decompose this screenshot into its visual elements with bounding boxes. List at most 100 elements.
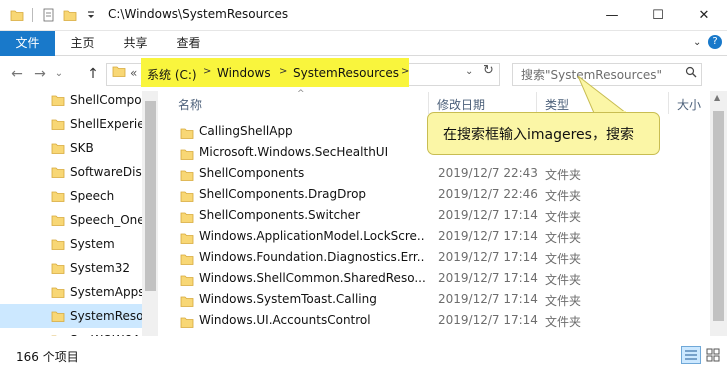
column-header-name[interactable]: 名称: [178, 96, 202, 113]
nav-item[interactable]: SoftwareDist: [0, 160, 142, 184]
folder-icon: [51, 311, 65, 322]
folder-icon: [180, 254, 194, 265]
window-title: C:\Windows\SystemResources: [108, 7, 289, 21]
callout-pointer: [577, 76, 628, 114]
file-name: Windows.ShellCommon.SharedReso...: [199, 271, 425, 285]
column-header-size[interactable]: 大小: [677, 96, 701, 113]
maximize-button[interactable]: ☐: [635, 0, 681, 31]
up-button[interactable]: ↑: [84, 65, 102, 83]
folder-icon: [51, 191, 65, 202]
nav-item[interactable]: System32: [0, 256, 142, 280]
nav-item[interactable]: ShellCompo: [0, 88, 142, 112]
nav-item-label: SKB: [70, 141, 94, 155]
recent-locations-button[interactable]: ⌄: [50, 65, 68, 83]
file-name: Windows.UI.AccountsControl: [199, 313, 371, 327]
file-date: 2019/12/7 22:43: [438, 166, 538, 180]
file-type: 文件夹: [545, 210, 582, 224]
scroll-up-icon[interactable]: ▲: [714, 93, 720, 102]
nav-item[interactable]: Speech_One: [0, 208, 142, 232]
folder-icon: [51, 287, 65, 298]
breadcrumb-systemresources[interactable]: SystemResources: [293, 66, 399, 80]
folder-icon: [51, 239, 65, 250]
nav-item-label: Speech_One: [70, 213, 142, 227]
breadcrumb-windows[interactable]: Windows: [217, 66, 271, 80]
sort-ascending-icon: ^: [297, 89, 305, 99]
column-divider[interactable]: [668, 92, 669, 114]
search-icon[interactable]: [685, 66, 697, 78]
file-type: 文件夹: [545, 315, 582, 329]
folder-icon: [180, 317, 194, 328]
help-icon[interactable]: ?: [708, 35, 722, 49]
customize-toolbar-icon[interactable]: [84, 8, 98, 22]
address-history-dropdown[interactable]: ⌄: [465, 66, 473, 77]
breadcrumb-overflow[interactable]: «: [130, 66, 137, 80]
new-folder-icon[interactable]: [63, 8, 77, 22]
breadcrumb-drive[interactable]: 系统 (C:): [147, 66, 197, 83]
folder-icon: [180, 149, 194, 160]
nav-item[interactable]: System: [0, 232, 142, 256]
large-icons-view-button[interactable]: [703, 346, 723, 364]
content-scrollbar[interactable]: ▲: [710, 91, 727, 336]
large-icons-view-icon: [706, 348, 720, 362]
chevron-right-icon[interactable]: >: [401, 66, 409, 77]
ribbon: 文件 主页 共享 查看 ⌄ ?: [0, 31, 727, 56]
column-divider[interactable]: [536, 92, 537, 114]
tab-home[interactable]: 主页: [60, 31, 105, 56]
nav-item[interactable]: SystemReso: [0, 304, 142, 328]
tab-file[interactable]: 文件: [0, 31, 55, 56]
minimize-button[interactable]: —: [589, 0, 635, 31]
column-header-date[interactable]: 修改日期: [437, 96, 485, 113]
content-scrollbar-thumb[interactable]: [713, 111, 724, 321]
back-button[interactable]: ←: [8, 65, 26, 83]
refresh-button[interactable]: ↻: [483, 63, 498, 78]
file-name: Windows.ApplicationModel.LockScre...: [199, 229, 425, 243]
chevron-right-icon[interactable]: >: [203, 66, 211, 77]
nav-item-label: System: [70, 237, 115, 251]
expand-ribbon-icon[interactable]: ⌄: [693, 37, 701, 48]
file-type: 文件夹: [545, 168, 582, 182]
nav-item[interactable]: ShellExperie: [0, 112, 142, 136]
nav-item[interactable]: Speech: [0, 184, 142, 208]
file-name: ShellComponents.DragDrop: [199, 187, 367, 201]
chevron-right-icon[interactable]: >: [279, 66, 287, 77]
nav-item[interactable]: SystemApps: [0, 280, 142, 304]
folder-icon: [180, 275, 194, 286]
forward-button[interactable]: →: [31, 65, 49, 83]
close-button[interactable]: ✕: [681, 0, 727, 31]
callout-text: 在搜索框输入imageres，搜索: [443, 127, 634, 143]
nav-item-label: System32: [70, 261, 131, 275]
navigation-pane: ShellCompo ShellExperie SKB SoftwareDist Spe…: [0, 88, 159, 347]
folder-icon: [180, 212, 194, 223]
details-view-button[interactable]: [681, 346, 701, 364]
folder-icon: [180, 233, 194, 244]
nav-item-label: ShellExperie: [70, 117, 142, 131]
nav-item-label: SystemReso: [70, 309, 142, 323]
file-date: 2019/12/7 17:14: [438, 250, 538, 264]
title-bar: C:\Windows\SystemResources — ☐ ✕: [0, 0, 727, 31]
folder-icon: [180, 191, 194, 202]
column-header-type[interactable]: 类型: [545, 96, 569, 113]
file-date: 2019/12/7 22:46: [438, 187, 538, 201]
file-name: ShellComponents.Switcher: [199, 208, 360, 222]
file-date: 2019/12/7 17:14: [438, 313, 538, 327]
file-type: 文件夹: [545, 294, 582, 308]
tab-share[interactable]: 共享: [113, 31, 158, 56]
file-date: 2019/12/7 17:14: [438, 229, 538, 243]
folder-icon: [51, 263, 65, 274]
file-name: ShellComponents: [199, 166, 305, 180]
nav-scrollbar[interactable]: [142, 91, 159, 336]
folder-icon: [51, 215, 65, 226]
nav-item[interactable]: SKB: [0, 136, 142, 160]
tab-view[interactable]: 查看: [166, 31, 211, 56]
folder-icon: [180, 128, 194, 139]
folder-icon: [10, 10, 24, 21]
folder-icon: [51, 143, 65, 154]
file-type: 文件夹: [545, 189, 582, 203]
details-view-icon: [685, 350, 697, 360]
file-type: 文件夹: [545, 231, 582, 245]
folder-icon: [51, 167, 65, 178]
nav-scrollbar-thumb[interactable]: [145, 101, 156, 291]
column-divider[interactable]: [428, 92, 429, 114]
properties-icon[interactable]: [41, 8, 55, 22]
file-name: CallingShellApp: [199, 124, 293, 138]
